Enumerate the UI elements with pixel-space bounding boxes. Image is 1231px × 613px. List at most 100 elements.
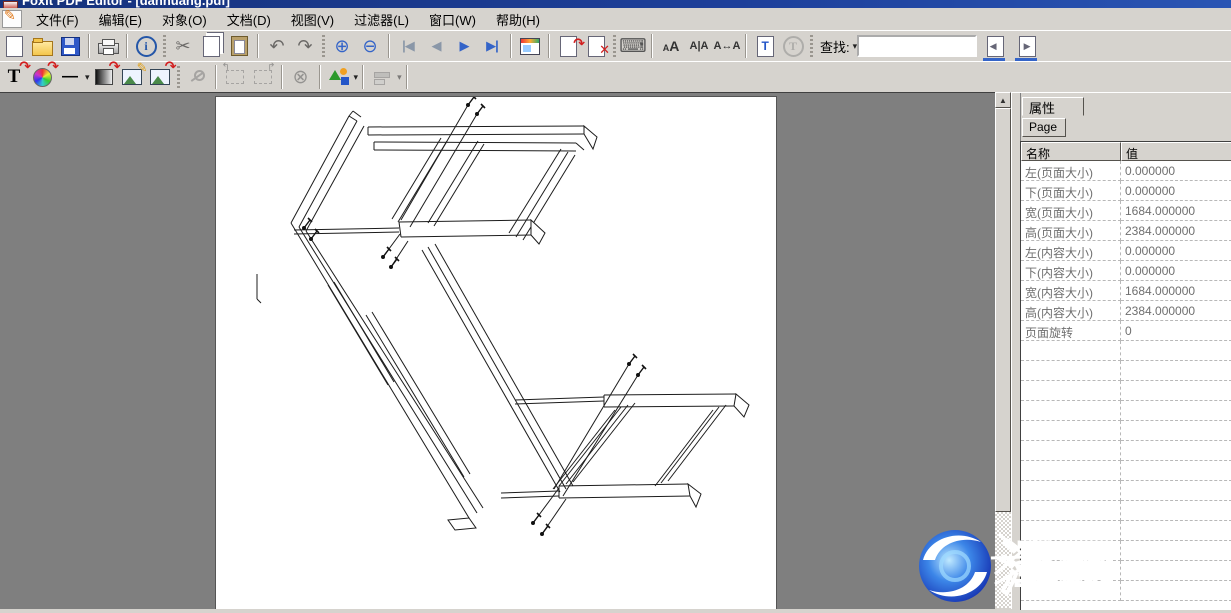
property-value[interactable]: 1684.000000 [1121,281,1231,301]
keyboard-button[interactable]: ⌨ [619,33,647,59]
find-label: 查找: [820,37,850,56]
toolbar-drag-handle[interactable] [322,35,325,57]
pdf-page[interactable] [215,96,777,609]
next-page-button[interactable]: ▶ [450,33,478,59]
empty-row [1021,341,1231,361]
property-row-3[interactable]: 高(页面大小)2384.000000 [1021,221,1231,241]
property-value[interactable]: 0.000000 [1121,161,1231,181]
align-dropdown[interactable]: ▾ [397,72,402,83]
align-button[interactable] [368,64,396,90]
property-value[interactable]: 0.000000 [1121,181,1231,201]
first-page-button[interactable]: |◀ [394,33,422,59]
property-row-2[interactable]: 宽(页面大小)1684.000000 [1021,201,1231,221]
previous-page-icon: ◀ [432,38,441,54]
find-input[interactable] [857,35,977,57]
menu-item-7[interactable]: 帮助(H) [486,8,550,31]
page-layout-button[interactable] [516,33,544,59]
property-row-6[interactable]: 宽(内容大小)1684.000000 [1021,281,1231,301]
document-canvas[interactable] [0,92,995,609]
property-value[interactable]: 2384.000000 [1121,301,1231,321]
scrollbar-thumb[interactable] [995,108,1011,512]
add-text-button[interactable]: T [751,33,779,59]
delete-object-button[interactable]: ⊗ [287,64,315,90]
magic-wand-button[interactable] [183,64,211,90]
save-button[interactable] [56,33,84,59]
property-row-4[interactable]: 左(内容大小)0.000000 [1021,241,1231,261]
delete-page-button[interactable]: ✕ [582,33,610,59]
find-previous-icon: ◀ [987,36,1004,57]
toolbar-drag-handle[interactable] [810,35,813,57]
vertical-scrollbar[interactable]: ▲ [995,92,1011,608]
property-name: 页面旋转 [1021,321,1121,341]
property-value [1121,381,1231,401]
new-document-button[interactable] [0,33,28,59]
paste-button[interactable] [225,33,253,59]
last-page-button[interactable]: ▶| [478,33,506,59]
open-button[interactable] [28,33,56,59]
cut-button[interactable]: ✂ [169,33,197,59]
property-row-8[interactable]: 页面旋转0 [1021,321,1231,341]
property-value[interactable]: 0.000000 [1121,261,1231,281]
undo-button[interactable]: ↶ [263,33,291,59]
column-header-value[interactable]: 值 [1121,142,1231,161]
toolbar-drag-handle[interactable] [177,66,180,88]
char-spacing-icon: A↔A [714,40,741,52]
kerning-button[interactable]: A|A [685,33,713,59]
text-circle-button[interactable]: T [779,33,807,59]
column-header-name[interactable]: 名称 [1021,142,1121,161]
property-row-0[interactable]: 左(页面大小)0.000000 [1021,161,1231,181]
print-button[interactable] [94,33,122,59]
document-info-button[interactable]: i [132,33,160,59]
insert-shape-button[interactable] [325,64,353,90]
char-spacing-button[interactable]: A↔A [713,33,741,59]
color-button[interactable]: ↷ [28,64,56,90]
rotate-object-right-button[interactable]: ↱ [249,64,277,90]
rotate-object-left-button[interactable]: ↰ [221,64,249,90]
pencil-icon: ✎ [4,7,16,24]
scroll-up-button[interactable]: ▲ [995,92,1011,108]
property-value[interactable]: 1684.000000 [1121,201,1231,221]
toolbar-drag-handle[interactable] [613,35,616,57]
toolbar-drag-handle[interactable] [163,35,166,57]
tab-page[interactable]: Page [1022,118,1066,137]
menu-item-0[interactable]: 文件(F) [26,8,89,31]
property-row-5[interactable]: 下(内容大小)0.000000 [1021,261,1231,281]
property-value[interactable]: 2384.000000 [1121,221,1231,241]
edit-image-button[interactable]: ✎ [118,64,146,90]
menu-item-6[interactable]: 窗口(W) [419,8,486,31]
copy-button[interactable] [197,33,225,59]
redo-button[interactable]: ↷ [291,33,319,59]
property-name: 宽(页面大小) [1021,201,1121,221]
property-value[interactable]: 0 [1121,321,1231,341]
find-previous-button[interactable]: ◀ [981,33,1009,59]
main-area: ▲ 属性 Page 名称 值 左(页面大小)0.000000下(页面大小)0.0… [0,92,1231,608]
copy-icon [203,36,220,57]
zoom-out-button[interactable]: ⊖ [356,33,384,59]
menu-item-3[interactable]: 文档(D) [217,8,281,31]
menu-item-5[interactable]: 过滤器(L) [344,8,419,31]
menu-item-4[interactable]: 视图(V) [281,8,344,31]
property-row-7[interactable]: 高(内容大小)2384.000000 [1021,301,1231,321]
property-value[interactable]: 0.000000 [1121,241,1231,261]
font-size-button[interactable]: AA [657,33,685,59]
rotate-page-button[interactable]: ↷ [554,33,582,59]
find-next-button[interactable]: ▶ [1013,33,1041,59]
menu-item-2[interactable]: 对象(O) [152,8,217,31]
separator [215,65,217,89]
property-name [1021,401,1121,421]
menu-item-1[interactable]: 编辑(E) [89,8,152,31]
red-cross-icon: ✕ [599,42,610,58]
line-style-button[interactable]: — [56,64,84,90]
property-row-1[interactable]: 下(页面大小)0.000000 [1021,181,1231,201]
document-menu-icon[interactable]: ✎ [2,10,22,28]
properties-panel: 属性 Page 名称 值 左(页面大小)0.000000下(页面大小)0.000… [1011,92,1231,609]
edit-text-button[interactable]: T↷ [0,64,28,90]
previous-page-button[interactable]: ◀ [422,33,450,59]
shading-button[interactable]: ↷ [90,64,118,90]
insert-shape-dropdown[interactable]: ▾ [354,72,359,83]
property-name [1021,381,1121,401]
image-button[interactable]: ↷ [146,64,174,90]
empty-row [1021,581,1231,601]
zoom-in-button[interactable]: ⊕ [328,33,356,59]
zoom-in-icon: ⊕ [334,37,349,55]
